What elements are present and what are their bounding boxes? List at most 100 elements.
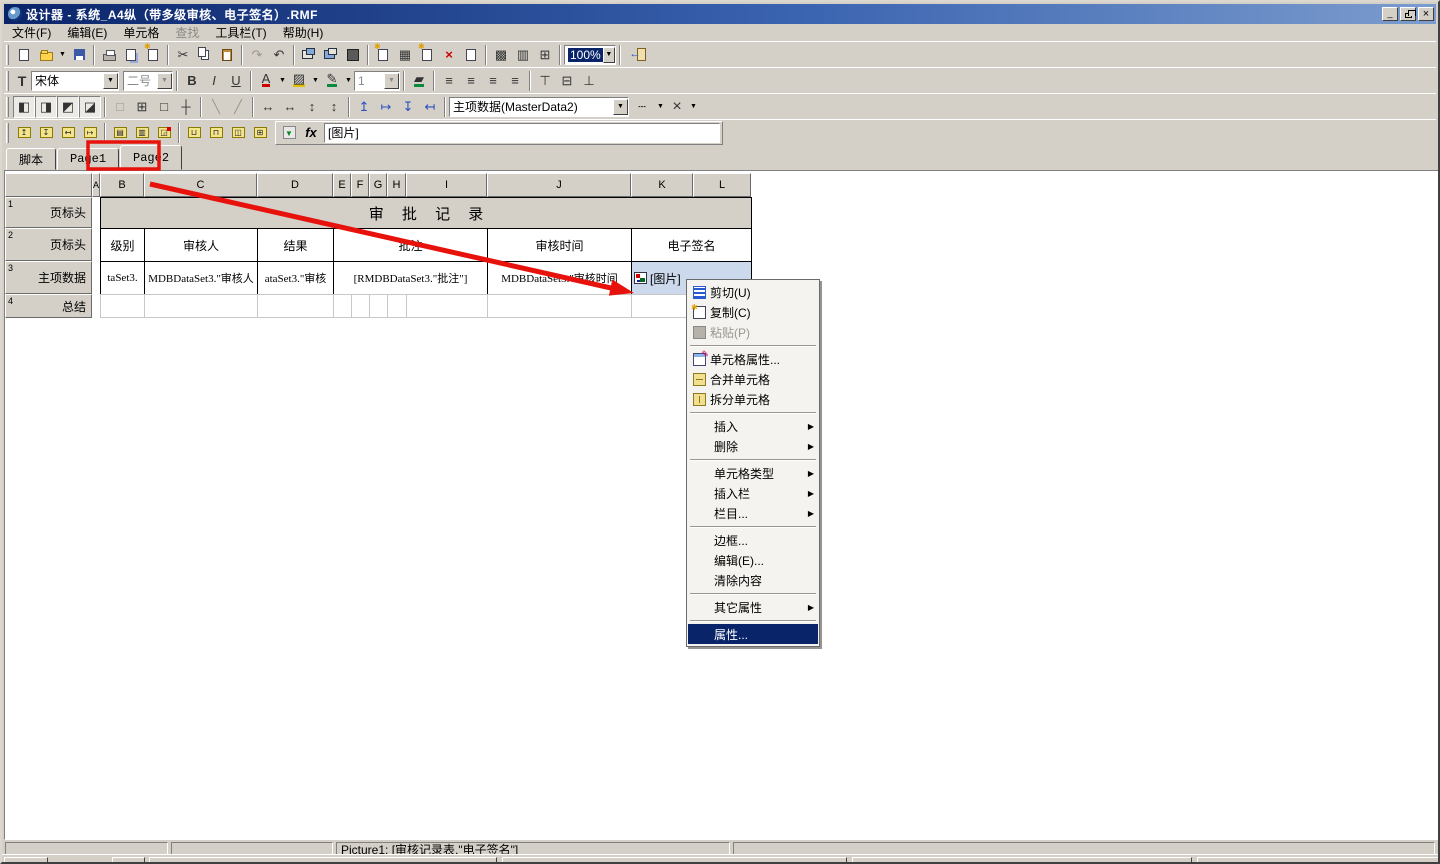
new-document-button[interactable] <box>13 44 35 66</box>
context-item-split-cells[interactable]: 拆分单元格 <box>688 389 818 409</box>
same-height-button[interactable]: ↕ <box>301 96 323 118</box>
col-header-I[interactable]: I <box>406 173 487 197</box>
insert-table-button[interactable]: ▦ <box>394 44 416 66</box>
diagonal-up-button[interactable]: ╱ <box>227 96 249 118</box>
bold-button[interactable]: B <box>181 70 203 92</box>
datasource-combobox[interactable]: 主项数据(MasterData2) ▼ <box>449 97 629 117</box>
header-cell-auditor[interactable]: 审核人 <box>144 228 258 262</box>
insert-row-below-button[interactable]: ↧ <box>35 122 57 144</box>
col-header-L[interactable]: L <box>693 173 751 197</box>
context-item-insert[interactable]: 插入▶ <box>688 416 818 436</box>
row-header-4[interactable]: 4 总结 <box>5 294 92 318</box>
context-item-borders[interactable]: 边框... <box>688 530 818 550</box>
all-borders-button[interactable]: ⊞ <box>131 96 153 118</box>
delete-row-button[interactable]: ▤ <box>109 122 131 144</box>
title-cell[interactable]: 审 批 记 录 <box>100 197 752 229</box>
delete-button[interactable]: × <box>438 44 460 66</box>
fill-color-dropdown-arrow[interactable]: ▼ <box>310 70 321 92</box>
taskbar-window-button[interactable] <box>502 857 847 864</box>
context-item-cell-properties[interactable]: 单元格属性... <box>688 349 818 369</box>
align-justify-button[interactable]: ≡ <box>504 70 526 92</box>
insert-page-button[interactable] <box>416 44 438 66</box>
fill-color-bucket-button[interactable]: ▨ <box>288 70 310 92</box>
tab-page2[interactable]: Page2 <box>120 145 182 170</box>
zoom-combobox[interactable]: 100% ▼ <box>564 45 616 65</box>
open-dropdown-arrow[interactable]: ▼ <box>57 44 68 66</box>
open-button[interactable] <box>35 44 57 66</box>
bring-to-front-button[interactable] <box>298 44 320 66</box>
col-header-B[interactable]: B <box>100 173 144 197</box>
line-style-button[interactable]: ┄ <box>629 96 655 118</box>
context-item-edit[interactable]: 编辑(E)... <box>688 550 818 570</box>
taskbar-window-button[interactable] <box>1197 857 1439 864</box>
row-header-3[interactable]: 3 主项数据 <box>5 261 92 294</box>
line-color-dropdown-arrow[interactable]: ▼ <box>343 70 354 92</box>
align-center-button[interactable]: ≡ <box>460 70 482 92</box>
font-size-combobox[interactable]: 二号 ▼ <box>123 71 173 91</box>
paste-button[interactable] <box>216 44 238 66</box>
toolbar-grip[interactable] <box>6 123 9 143</box>
insert-col-left-button[interactable]: ↤ <box>57 122 79 144</box>
context-item-insert-band[interactable]: 插入栏▶ <box>688 483 818 503</box>
sheet-corner[interactable] <box>5 173 92 197</box>
same-height-2-button[interactable]: ↕ <box>323 96 345 118</box>
header-cell-audit-time[interactable]: 审核时间 <box>487 228 632 262</box>
restore-button[interactable] <box>1400 7 1416 21</box>
merge-cells-button[interactable]: ⊔ <box>183 122 205 144</box>
col-header-D[interactable]: D <box>257 173 333 197</box>
insert-field-button[interactable]: ▼ <box>278 123 300 143</box>
diagonal-down-button[interactable]: ╲ <box>205 96 227 118</box>
border-preset-3-button[interactable]: ◩ <box>57 96 79 118</box>
exit-button[interactable] <box>624 44 652 66</box>
inner-lines-button[interactable]: ┼ <box>175 96 197 118</box>
data-cell-auditor[interactable]: MDBDataSet3."审核人 <box>144 261 258 295</box>
font-color-button[interactable]: A <box>255 70 277 92</box>
minimize-button[interactable]: _ <box>1382 7 1398 21</box>
data-cell-level[interactable]: taSet3. <box>100 261 145 295</box>
col-header-A[interactable]: A <box>92 173 100 197</box>
clear-cell-button[interactable]: ◲ <box>153 122 175 144</box>
col-header-F[interactable]: F <box>351 173 369 197</box>
toolbar-grip[interactable] <box>6 45 9 65</box>
taskbar-window-button[interactable] <box>852 857 1192 864</box>
font-color-dropdown-arrow[interactable]: ▼ <box>277 70 288 92</box>
show-grid-button[interactable]: ▩ <box>490 44 512 66</box>
header-cell-result[interactable]: 结果 <box>257 228 334 262</box>
menu-file[interactable]: 文件(F) <box>4 23 59 42</box>
context-item-columns[interactable]: 栏目...▶ <box>688 503 818 523</box>
border-preset-1-button[interactable]: ◧ <box>13 96 35 118</box>
print-button[interactable] <box>98 44 120 66</box>
data-cell-result[interactable]: ataSet3."审核 <box>257 261 334 295</box>
align-right-button[interactable]: ≡ <box>482 70 504 92</box>
col-header-C[interactable]: C <box>144 173 257 197</box>
tab-page1[interactable]: Page1 <box>57 148 119 170</box>
border-preset-2-button[interactable]: ◨ <box>35 96 57 118</box>
same-width-2-button[interactable]: ↔ <box>279 96 301 118</box>
context-item-delete[interactable]: 删除▶ <box>688 436 818 456</box>
delete-col-button[interactable]: ▥ <box>131 122 153 144</box>
window-borders-button[interactable]: ⊞ <box>534 44 556 66</box>
valign-middle-button[interactable]: ⊟ <box>556 70 578 92</box>
copy-button[interactable] <box>194 44 216 66</box>
grid-align-2-button[interactable]: ↦ <box>375 96 397 118</box>
context-item-copy[interactable]: 复制(C) <box>688 302 818 322</box>
redo-button[interactable]: ↷ <box>246 44 268 66</box>
context-item-clear-content[interactable]: 清除内容 <box>688 570 818 590</box>
taskbar-window-button[interactable] <box>149 857 497 864</box>
insert-row-above-button[interactable]: ↥ <box>13 122 35 144</box>
format-painter-button[interactable]: ▰ <box>408 70 430 92</box>
fx-button[interactable]: fx <box>300 123 322 143</box>
grid-align-1-button[interactable]: ↥ <box>353 96 375 118</box>
close-button[interactable]: × <box>1418 7 1434 21</box>
line-style-dropdown-arrow[interactable]: ▼ <box>655 96 666 118</box>
font-size-dropdown-arrow[interactable]: ▼ <box>157 73 172 89</box>
line-color-button[interactable]: ✎ <box>321 70 343 92</box>
toolbar-grip[interactable] <box>6 71 9 91</box>
col-header-J[interactable]: J <box>487 173 631 197</box>
font-name-dropdown-arrow[interactable]: ▼ <box>103 73 118 89</box>
cut-button[interactable]: ✂ <box>172 44 194 66</box>
menu-cell[interactable]: 单元格 <box>115 23 167 42</box>
save-button[interactable] <box>68 44 90 66</box>
context-item-merge-cells[interactable]: 合并单元格 <box>688 369 818 389</box>
blank-page-button[interactable] <box>460 44 482 66</box>
